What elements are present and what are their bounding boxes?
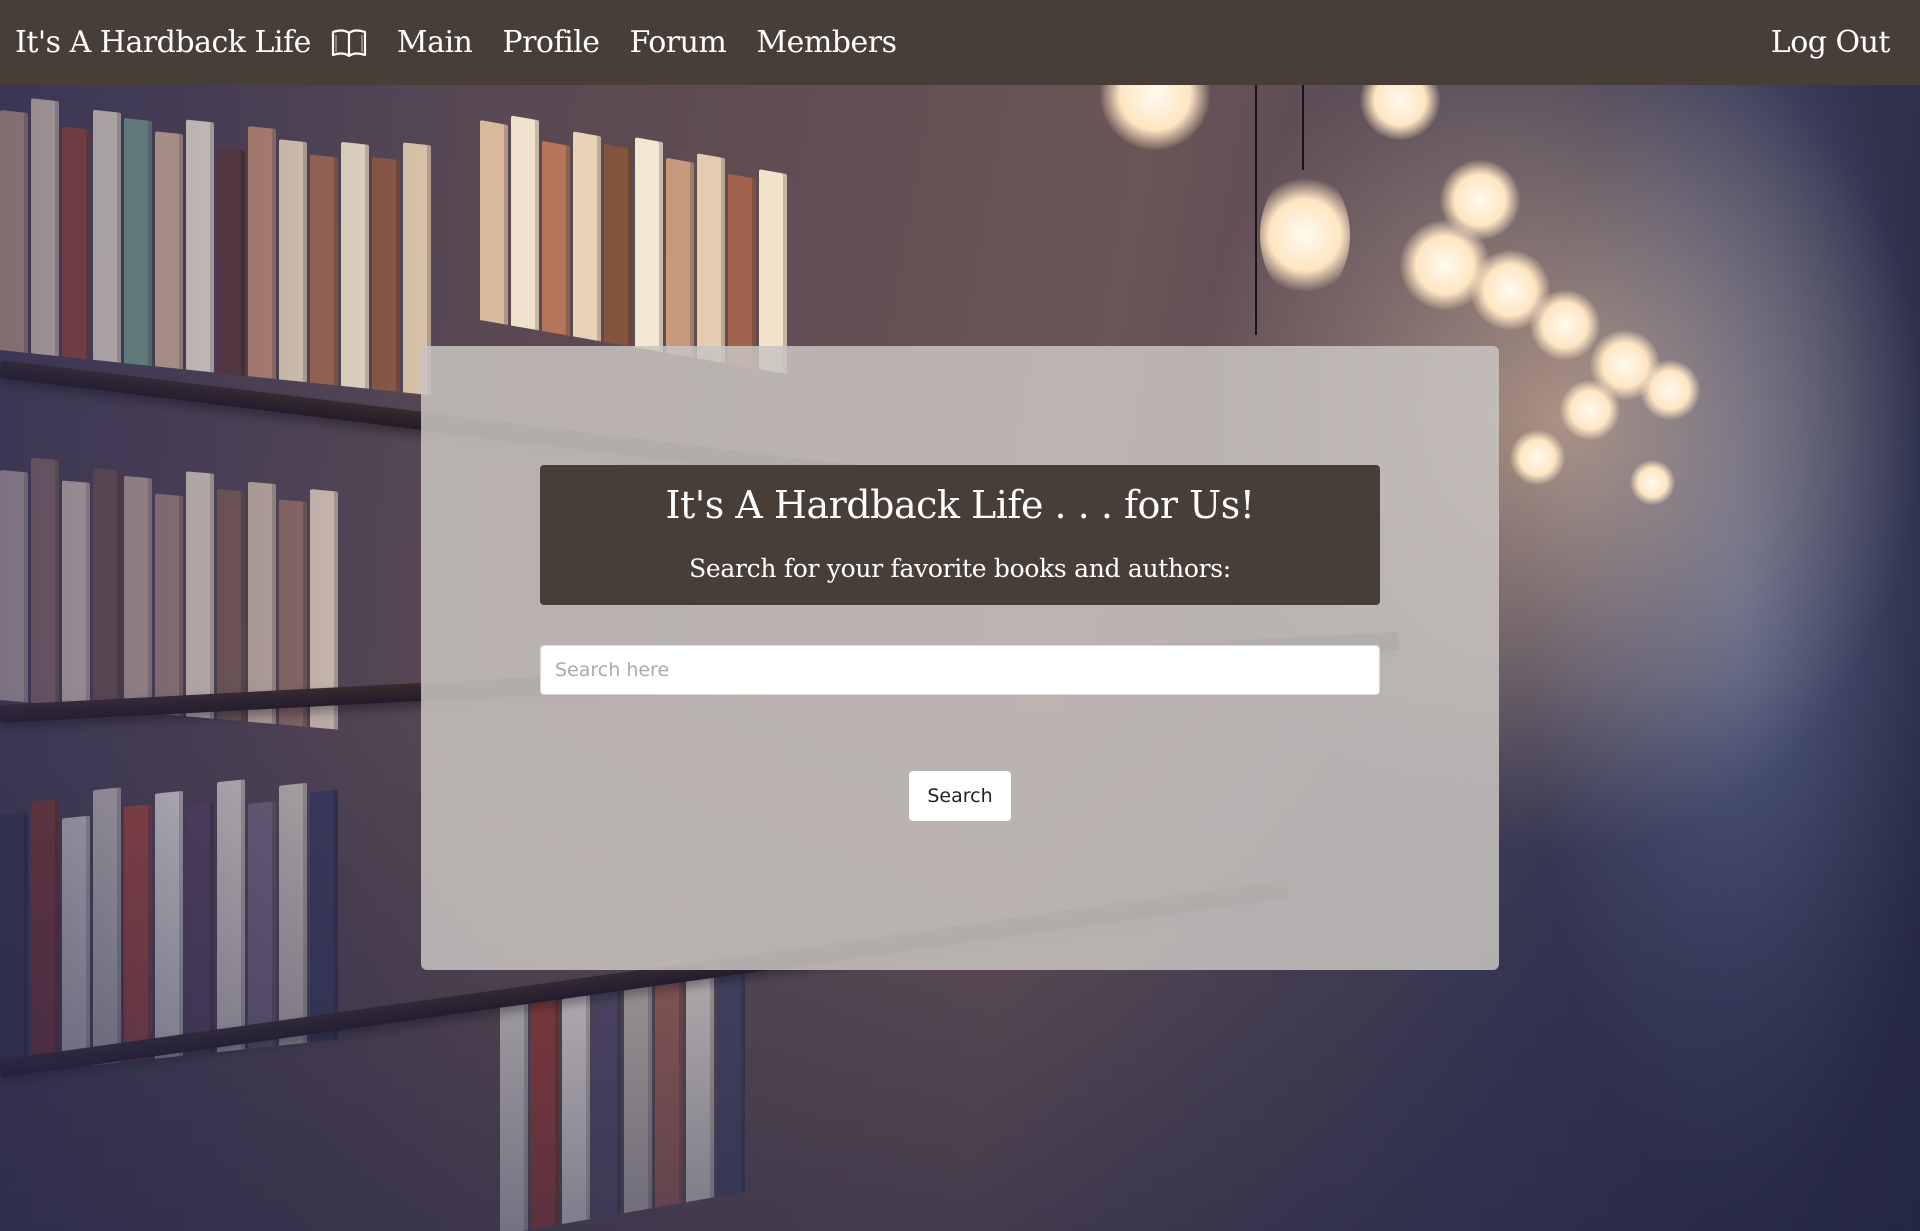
open-book-icon[interactable]	[331, 28, 367, 58]
top-navbar: It's A Hardback Life Main Profile Forum …	[0, 0, 1920, 85]
brand-link[interactable]: It's A Hardback Life	[15, 25, 311, 60]
nav-link-members[interactable]: Members	[756, 25, 897, 60]
search-panel: It's A Hardback Life . . . for Us! Searc…	[421, 346, 1499, 970]
nav-link-profile[interactable]: Profile	[502, 25, 600, 60]
nav-link-forum[interactable]: Forum	[630, 25, 727, 60]
hero-banner: It's A Hardback Life . . . for Us! Searc…	[540, 465, 1380, 605]
hero-title: It's A Hardback Life . . . for Us!	[665, 483, 1255, 527]
nav-link-main[interactable]: Main	[397, 25, 473, 60]
hero-subtitle: Search for your favorite books and autho…	[689, 554, 1231, 583]
search-button[interactable]: Search	[909, 771, 1011, 821]
logout-link[interactable]: Log Out	[1771, 25, 1891, 60]
search-input[interactable]	[540, 645, 1380, 695]
